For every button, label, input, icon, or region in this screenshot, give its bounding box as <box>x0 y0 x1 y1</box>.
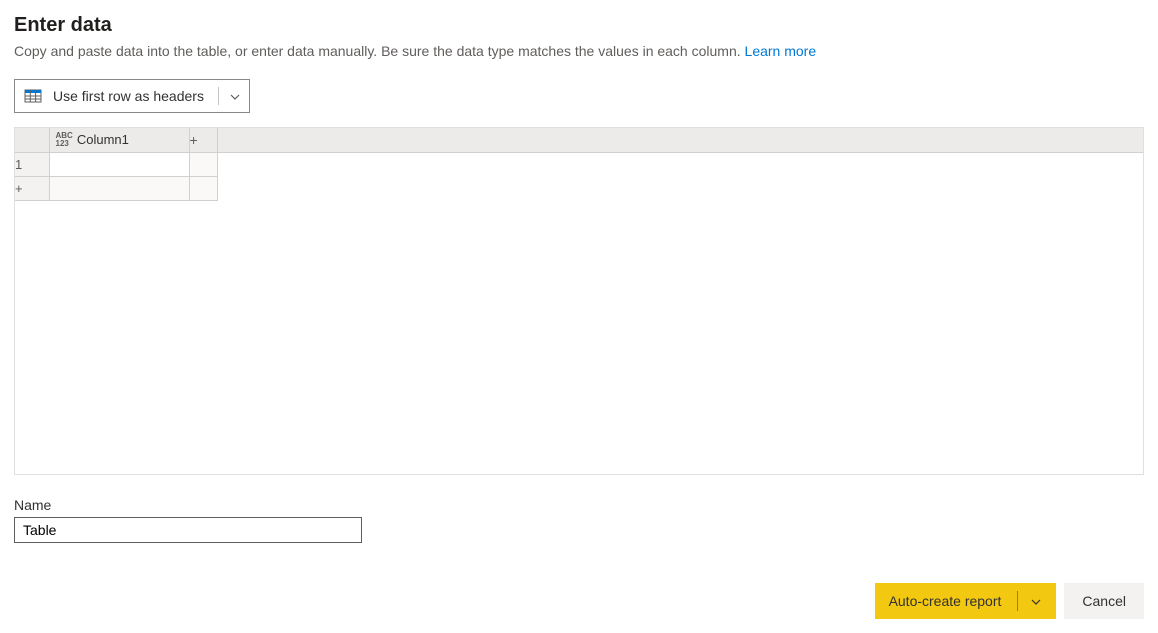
row-number[interactable]: 1 <box>15 152 49 176</box>
table-icon <box>23 86 43 106</box>
datatype-icon[interactable]: ABC 123 <box>56 132 73 148</box>
use-first-row-headers-label: Use first row as headers <box>53 88 204 104</box>
grid-cell-empty <box>189 152 217 176</box>
auto-create-report-button[interactable]: Auto-create report <box>875 583 1057 619</box>
add-column-button[interactable]: + <box>189 128 217 152</box>
chevron-down-icon[interactable] <box>1030 595 1042 607</box>
grid-cell-empty <box>189 176 217 200</box>
header-filler <box>217 128 1143 152</box>
name-label: Name <box>14 497 1144 513</box>
chevron-down-icon[interactable] <box>229 90 241 102</box>
column-name: Column1 <box>77 132 129 147</box>
toolbar-divider <box>218 87 219 105</box>
cancel-button[interactable]: Cancel <box>1064 583 1144 619</box>
use-first-row-headers-button[interactable]: Use first row as headers <box>14 79 250 113</box>
grid-corner <box>15 128 49 152</box>
table-name-input[interactable] <box>14 517 362 543</box>
auto-create-report-label: Auto-create report <box>889 593 1002 609</box>
page-subtitle: Copy and paste data into the table, or e… <box>14 43 1144 59</box>
subtitle-text: Copy and paste data into the table, or e… <box>14 43 745 59</box>
grid-cell-empty <box>49 176 189 200</box>
page-title: Enter data <box>14 14 1144 37</box>
primary-divider <box>1017 591 1018 611</box>
column-header[interactable]: ABC 123 Column1 <box>49 128 189 152</box>
data-grid[interactable]: ABC 123 Column1 + 1 + <box>14 127 1144 475</box>
learn-more-link[interactable]: Learn more <box>745 43 817 59</box>
add-row-button[interactable]: + <box>15 176 49 200</box>
grid-cell[interactable] <box>49 152 189 176</box>
